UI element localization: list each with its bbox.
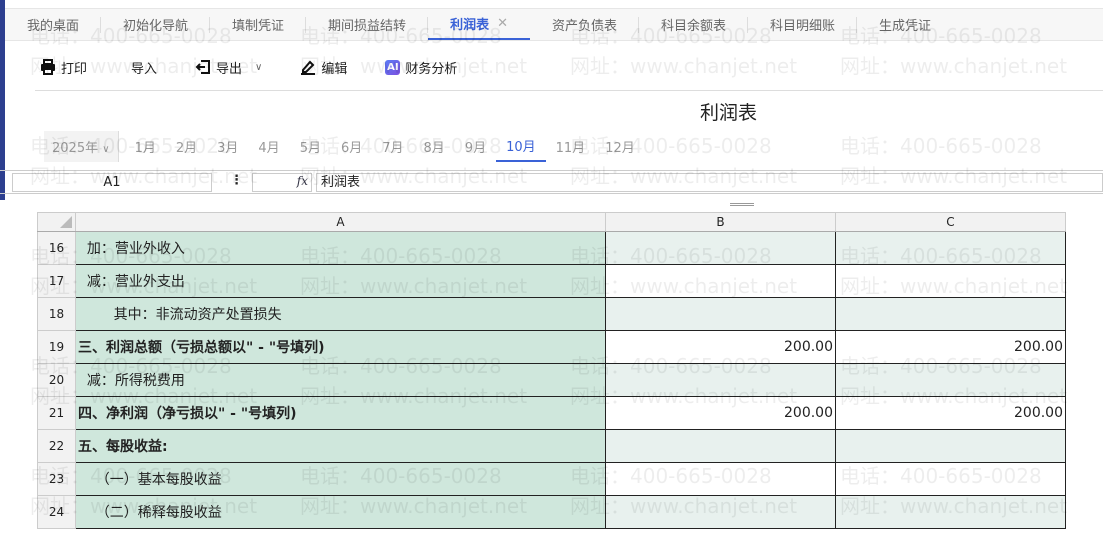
report-title: 利润表 (700, 102, 758, 124)
cell-c[interactable] (835, 429, 1066, 463)
tab-3[interactable]: 期间损益结转 (306, 9, 429, 40)
select-all-corner[interactable] (37, 212, 76, 232)
splitter-handle[interactable] (730, 203, 754, 206)
month-11[interactable]: 11月 (546, 130, 596, 162)
close-icon[interactable]: ✕ (497, 16, 508, 31)
column-header-c[interactable]: C (835, 212, 1066, 232)
edit-button[interactable]: 编辑 (300, 58, 347, 77)
tab-7[interactable]: 科目明细账 (748, 9, 858, 40)
row-header[interactable]: 16 (37, 231, 76, 265)
tab-8[interactable]: 生成凭证 (857, 9, 953, 40)
cell-a[interactable]: 四、净利润（净亏损以" - "号填列) (75, 396, 606, 430)
watermark-site: 网址：www.chanjet.net (840, 54, 1068, 78)
tab-5[interactable]: 资产负债表 (530, 9, 640, 40)
tab-4[interactable]: 利润表 ✕ (428, 9, 530, 40)
cell-a[interactable]: （二）稀释每股收益 (75, 495, 606, 529)
divider (35, 90, 1103, 91)
cell-c[interactable]: 200.00 (835, 396, 1066, 430)
formula-input[interactable]: 利润表 (316, 173, 1103, 192)
tab-2[interactable]: 填制凭证 (210, 9, 307, 40)
tab-1[interactable]: 初始化导航 (101, 9, 211, 40)
month-1[interactable]: 1月 (125, 130, 166, 162)
chevron-down-icon: ∨ (255, 61, 263, 73)
ai-icon: AI (385, 59, 401, 75)
table-row: 18 其中：非流动资产处置损失 (37, 297, 1066, 331)
month-4[interactable]: 4月 (248, 130, 289, 162)
month-5[interactable]: 5月 (290, 130, 331, 162)
cell-a[interactable]: 其中：非流动资产处置损失 (75, 297, 606, 331)
row-header[interactable]: 20 (37, 363, 76, 397)
row-header[interactable]: 24 (37, 495, 76, 529)
watermark-site: 网址：www.chanjet.net (570, 54, 798, 78)
fx-icon[interactable]: fx (252, 173, 312, 192)
print-button[interactable]: 打印 (40, 58, 87, 77)
table-row: 24 （二）稀释每股收益 (37, 495, 1066, 529)
export-icon (195, 60, 211, 74)
cell-a[interactable]: 减：所得税费用 (75, 363, 606, 397)
table-row: 21 四、净利润（净亏损以" - "号填列) 200.00 200.00 (37, 396, 1066, 430)
toolbar: 打印 导入 导出 ∨ 编辑 AI 财务分析 (40, 50, 495, 84)
column-header-b[interactable]: B (605, 212, 836, 232)
cell-a[interactable]: 三、利润总额（亏损总额以" - "号填列) (75, 330, 606, 364)
row-header[interactable]: 18 (37, 297, 76, 331)
cell-b[interactable] (605, 462, 836, 496)
cell-b[interactable]: 200.00 (605, 396, 836, 430)
watermark-phone: 电话：400-665-0028 (840, 134, 1042, 158)
month-6[interactable]: 6月 (331, 130, 372, 162)
more-icon[interactable]: ⋮ (230, 173, 243, 188)
table-row: 19 三、利润总额（亏损总额以" - "号填列) 200.00 200.00 (37, 330, 1066, 364)
table-row: 17 减：营业外支出 (37, 264, 1066, 298)
table-row: 23 （一）基本每股收益 (37, 462, 1066, 496)
cell-c[interactable] (835, 462, 1066, 496)
tab-bar: 我的桌面 初始化导航 填制凭证 期间损益结转 利润表 ✕ 资产负债表 科目余额表 科目明细账 生成… (5, 8, 1103, 41)
export-button[interactable]: 导出 ∨ (195, 58, 262, 77)
tab-6[interactable]: 科目余额表 (639, 9, 749, 40)
cell-a[interactable]: 加：营业外收入 (75, 231, 606, 265)
cell-a[interactable]: 减：营业外支出 (75, 264, 606, 298)
cell-b[interactable] (605, 363, 836, 397)
financial-analysis-button[interactable]: AI 财务分析 (385, 58, 457, 77)
spreadsheet-grid: A B C 16 加：营业外收入 17 减：营业外支出 18 其中：非流动资产处… (37, 212, 1066, 529)
cell-c[interactable] (835, 297, 1066, 331)
cell-a[interactable]: 五、每股收益: (75, 429, 606, 463)
cell-a[interactable]: （一）基本每股收益 (75, 462, 606, 496)
import-button[interactable]: 导入 (131, 58, 157, 77)
month-2[interactable]: 2月 (166, 130, 207, 162)
table-row: 20 减：所得税费用 (37, 363, 1066, 397)
month-3[interactable]: 3月 (207, 130, 248, 162)
month-10[interactable]: 10月 (496, 130, 546, 162)
printer-icon (41, 59, 55, 75)
cell-b[interactable] (605, 231, 836, 265)
cell-b[interactable] (605, 264, 836, 298)
cell-b[interactable] (605, 429, 836, 463)
cell-reference-input[interactable]: A1 (12, 173, 212, 192)
month-8[interactable]: 8月 (414, 130, 455, 162)
period-selector: 2025年 ∨ 1月 2月 3月 4月 5月 6月 7月 8月 9月 10月 11月 12月 (44, 130, 645, 162)
year-select[interactable]: 2025年 ∨ (44, 130, 119, 162)
month-12[interactable]: 12月 (595, 130, 645, 162)
row-header[interactable]: 23 (37, 462, 76, 496)
column-header-a[interactable]: A (75, 212, 606, 232)
cell-c[interactable] (835, 363, 1066, 397)
row-header[interactable]: 22 (37, 429, 76, 463)
pencil-icon (301, 60, 316, 75)
table-row: 22 五、每股收益: (37, 429, 1066, 463)
chevron-down-icon: ∨ (102, 143, 110, 155)
cell-b[interactable] (605, 495, 836, 529)
row-header[interactable]: 17 (37, 264, 76, 298)
row-header[interactable]: 19 (37, 330, 76, 364)
row-header[interactable]: 21 (37, 396, 76, 430)
tab-0[interactable]: 我的桌面 (5, 9, 102, 40)
table-row: 16 加：营业外收入 (37, 231, 1066, 265)
month-7[interactable]: 7月 (372, 130, 413, 162)
cell-b[interactable] (605, 297, 836, 331)
cell-c[interactable]: 200.00 (835, 330, 1066, 364)
formula-bar: A1 ⋮ fx 利润表 (0, 170, 1103, 194)
cell-b[interactable]: 200.00 (605, 330, 836, 364)
cell-c[interactable] (835, 264, 1066, 298)
cell-c[interactable] (835, 231, 1066, 265)
cell-c[interactable] (835, 495, 1066, 529)
month-9[interactable]: 9月 (455, 130, 496, 162)
